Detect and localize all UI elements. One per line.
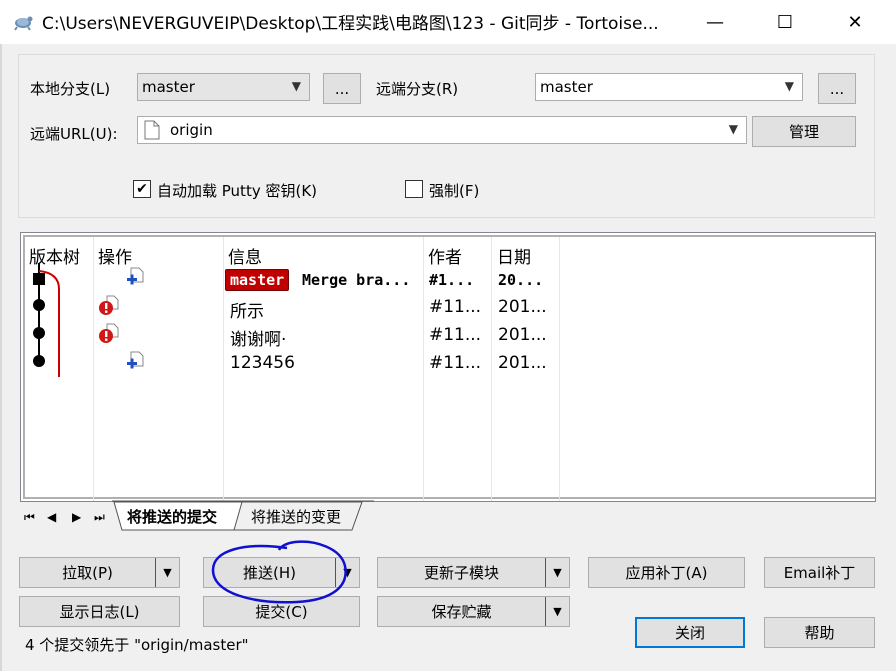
chevron-down-icon: ▼ [728,122,738,136]
email-patch-button[interactable]: Email补丁 [764,557,875,588]
manage-remotes-button[interactable]: 管理 [752,116,856,147]
maximize-icon: ☐ [776,11,794,33]
update-submodules-button[interactable]: 更新子模块 ▼ [377,557,570,588]
apply-patch-button[interactable]: 应用补丁(A) [588,557,745,588]
table-row[interactable]: 所示 #11... 201... [25,295,877,323]
remote-branch-browse-button[interactable]: ... [818,73,856,104]
remote-url-label: 远端URL(U): [30,125,118,143]
commit-log-inner: 版本树 操作 信息 作者 日期 master Merge bra... #1..… [23,235,877,501]
commit-author: #11... [429,325,482,345]
remote-branch-combo[interactable]: master ▼ [535,73,803,101]
stash-button-label: 保存贮藏 [431,603,492,621]
commit-log-list[interactable]: 版本树 操作 信息 作者 日期 master Merge bra... #1..… [20,232,876,502]
help-button[interactable]: 帮助 [764,617,875,648]
window-title: C:\Users\NEVERGUVEIP\Desktop\工程实践\电路图\12… [42,14,659,34]
next-tab-icon[interactable]: ▶ [72,510,81,524]
maximize-button[interactable]: ☐ [750,0,820,44]
local-branch-value: master [142,78,195,96]
minimize-button[interactable]: — [680,0,750,44]
last-tab-icon[interactable]: ⏭ [94,510,105,525]
tab-commits-to-push[interactable]: 将推送的提交 [127,506,217,527]
commit-message: 123456 [230,353,295,373]
commit-author: #11... [429,297,482,317]
table-row[interactable]: master Merge bra... #1... 20... [25,267,877,295]
update-submodules-label: 更新子模块 [423,564,499,582]
branch-badge: master [225,269,290,291]
close-icon: ✕ [847,11,863,33]
show-log-button[interactable]: 显示日志(L) [19,596,180,627]
table-row[interactable]: 谢谢啊· #11... 201... [25,323,877,351]
commit-date: 201... [498,325,547,345]
chevron-down-icon[interactable]: ▼ [545,558,569,587]
conflict-icon [99,323,119,343]
tab-changes-to-push[interactable]: 将推送的变更 [251,506,341,527]
table-row[interactable]: 123456 #11... 201... [25,351,877,379]
remote-url-combo[interactable]: origin ▼ [137,116,747,144]
force-label: 强制(F) [429,182,480,200]
tortoisegit-icon [14,16,33,31]
commit-author: #1... [429,271,475,289]
stash-button[interactable]: 保存贮藏 ▼ [377,596,570,627]
chevron-down-icon: ▼ [784,79,794,93]
column-header-action[interactable]: 操作 [98,243,132,268]
chevron-down-icon[interactable]: ▼ [155,558,179,587]
column-header-author[interactable]: 作者 [428,243,462,268]
autoload-putty-label: 自动加载 Putty 密钥(K) [157,182,318,200]
commit-date: 201... [498,353,547,373]
chevron-down-icon: ▼ [291,79,301,93]
local-branch-browse-button[interactable]: ... [323,73,361,104]
commit-date: 201... [498,297,547,317]
autoload-putty-checkbox[interactable]: ✔ [133,180,151,198]
pull-button-label: 拉取(P) [62,564,113,582]
column-header-date[interactable]: 日期 [497,243,531,268]
document-icon [144,120,160,140]
close-button[interactable]: 关闭 [635,617,745,648]
pull-button[interactable]: 拉取(P) ▼ [19,557,180,588]
commit-message: 所示 [230,302,264,322]
prev-tab-icon[interactable]: ◀ [47,510,56,524]
force-checkbox[interactable] [405,180,423,198]
added-file-icon [127,267,144,285]
annotation-circle [211,540,347,604]
local-branch-combo[interactable]: master ▼ [137,73,310,101]
status-text: 4 个提交领先于 "origin/master" [25,636,249,654]
remote-branch-label: 远端分支(R) [376,80,459,98]
checkmark-icon: ✔ [136,181,148,197]
added-file-icon [127,351,144,369]
chevron-down-icon[interactable]: ▼ [545,597,569,626]
window-border [0,44,2,671]
commit-author: #11... [429,353,482,373]
conflict-icon [99,295,119,315]
first-tab-icon[interactable]: ⏮ [24,510,35,525]
remote-url-value: origin [170,121,213,139]
remote-branch-value: master [540,78,593,96]
local-branch-label: 本地分支(L) [30,80,111,98]
commit-message: Merge bra... [302,271,411,289]
close-window-button[interactable]: ✕ [820,0,890,44]
minimize-icon: — [706,11,724,33]
commit-message: 谢谢啊· [230,330,287,350]
column-header-message[interactable]: 信息 [228,243,262,268]
commit-date: 20... [498,271,544,289]
